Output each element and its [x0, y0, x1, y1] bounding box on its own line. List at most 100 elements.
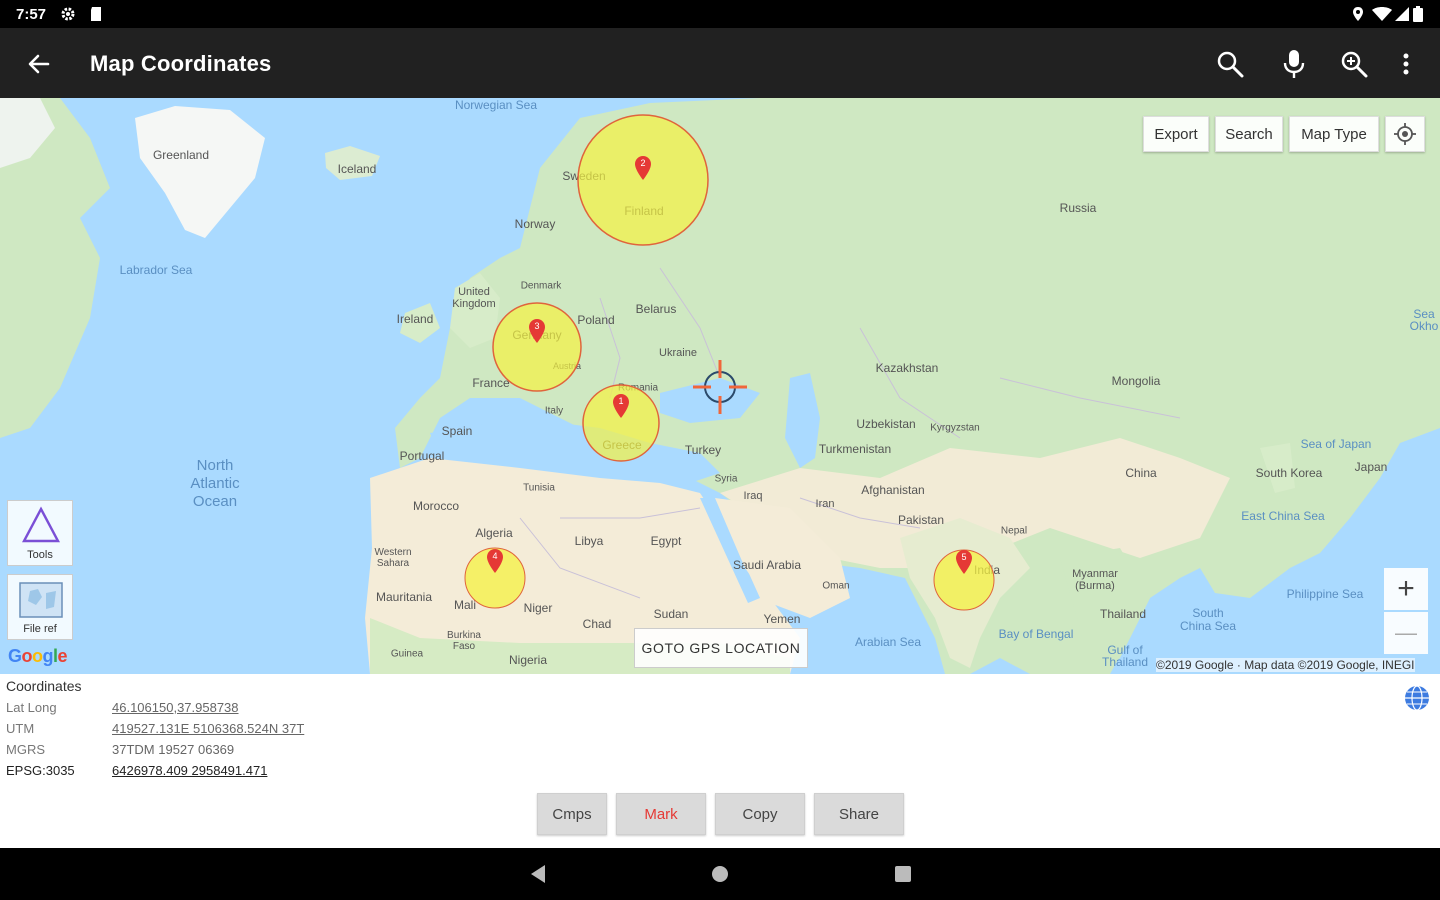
map-label-labrador-sea: Labrador Sea: [119, 263, 193, 277]
map-label-sea-of-japan: Sea of Japan: [1300, 437, 1372, 451]
map-label-bay-of-bengal: Bay of Bengal: [998, 627, 1074, 641]
settings-status-icon: [60, 6, 76, 22]
location-status-icon: [1350, 6, 1366, 22]
map-label-nepal: Nepal: [1000, 525, 1028, 537]
map-label-austria: Austria: [552, 361, 582, 371]
tools-label: Tools: [27, 549, 53, 561]
utm-value[interactable]: 419527.131E 5106368.524N 37T: [112, 721, 304, 736]
map-label-uzbekistan: Uzbekistan: [856, 417, 916, 431]
map-label-greenland: Greenland: [152, 148, 210, 162]
battery-icon: [1412, 6, 1424, 22]
map-label-uk: United Kingdom: [452, 286, 496, 310]
map-label-turkmenistan: Turkmenistan: [818, 442, 892, 456]
map-label-italy: Italy: [544, 405, 564, 417]
map-label-iraq: Iraq: [743, 490, 763, 502]
mark-button[interactable]: Mark: [616, 793, 706, 835]
search-button[interactable]: Search: [1215, 116, 1283, 152]
map-pin-icon[interactable]: 2: [634, 155, 652, 181]
file-ref-label: File ref: [23, 623, 57, 635]
map-label-pakistan: Pakistan: [897, 513, 945, 527]
search-icon[interactable]: [1214, 48, 1246, 80]
map-label-sudan: Sudan: [653, 607, 689, 621]
pin-number: 1: [618, 396, 624, 406]
back-arrow-icon[interactable]: [24, 49, 54, 79]
map-label-iceland: Iceland: [337, 162, 377, 176]
map-label-france: France: [472, 376, 510, 390]
status-time: 7:57: [16, 6, 47, 23]
map-pin-icon[interactable]: 1: [612, 393, 630, 419]
cmps-button[interactable]: Cmps: [537, 793, 607, 835]
zoom-out-button[interactable]: —: [1384, 612, 1428, 654]
sd-card-icon: [88, 6, 104, 22]
my-location-icon[interactable]: [1385, 116, 1425, 152]
map-label-thailand: Thailand: [1099, 607, 1147, 621]
coordinates-panel: Coordinates Lat Long 46.106150,37.958738…: [0, 674, 1440, 848]
mgrs-value[interactable]: 37TDM 19527 06369: [112, 742, 234, 757]
map-pin-icon[interactable]: 3: [528, 318, 546, 344]
map-label-south-korea: South Korea: [1255, 466, 1323, 480]
map-label-philippine-sea: Philippine Sea: [1286, 587, 1364, 601]
pin-number: 4: [492, 551, 498, 561]
map-pin-icon[interactable]: 5: [955, 549, 973, 575]
map-label-gulf-of-thailand: Gulf of Thailand: [1101, 643, 1149, 669]
google-logo: Google: [8, 646, 68, 667]
map-label-egypt: Egypt: [650, 534, 682, 548]
map-label-russia: Russia: [1059, 201, 1097, 215]
map-label-india: India: [973, 563, 1001, 577]
map-label-niger: Niger: [523, 601, 553, 615]
goto-gps-location-button[interactable]: GOTO GPS LOCATION: [634, 628, 808, 668]
map-label-guinea: Guinea: [390, 648, 424, 660]
map-label-poland: Poland: [577, 313, 615, 327]
nav-home-icon[interactable]: [708, 862, 732, 886]
copy-button[interactable]: Copy: [715, 793, 805, 835]
nav-back-icon[interactable]: [526, 862, 550, 886]
map-type-button[interactable]: Map Type: [1289, 116, 1379, 152]
map-label-sea-okhotsk: Sea Okho: [1409, 307, 1439, 333]
page-title: Map Coordinates: [90, 51, 272, 76]
map-label-japan: Japan: [1354, 460, 1388, 474]
map-label-belarus: Belarus: [635, 302, 677, 316]
share-button[interactable]: Share: [814, 793, 904, 835]
zoom-search-icon[interactable]: [1338, 48, 1370, 80]
zoom-in-button[interactable]: +: [1384, 568, 1428, 610]
map-pin-icon[interactable]: 4: [486, 548, 504, 574]
crosshair-icon: [691, 358, 749, 416]
map-label-chad: Chad: [582, 617, 612, 631]
map-label-norwegian-sea: Norwegian Sea: [454, 98, 538, 112]
map-label-finland: Finland: [624, 204, 664, 218]
lat-long-label: Lat Long: [6, 700, 57, 715]
pin-number: 3: [534, 321, 540, 331]
map-label-mali: Mali: [453, 598, 477, 612]
map-label-iran: Iran: [815, 498, 835, 510]
map-label-myanmar: Myanmar (Burma): [1072, 568, 1118, 592]
signal-icon: [1394, 6, 1410, 22]
map-file-icon: [19, 582, 63, 618]
map-label-afghanistan: Afghanistan: [861, 483, 925, 497]
map-label-turkey: Turkey: [684, 443, 722, 457]
map-label-kyrgyzstan: Kyrgyzstan: [930, 422, 980, 434]
map-label-mongolia: Mongolia: [1111, 374, 1161, 388]
lat-long-value[interactable]: 46.106150,37.958738: [112, 700, 239, 715]
map-view[interactable]: Greenland Iceland Norwegian Sea Sweden F…: [0, 98, 1440, 674]
map-label-oman: Oman: [822, 580, 850, 592]
map-label-portugal: Portugal: [399, 449, 445, 463]
nav-recents-icon[interactable]: [891, 862, 915, 886]
map-label-romania: Romania: [617, 382, 659, 394]
coordinates-heading: Coordinates: [6, 678, 82, 694]
globe-icon[interactable]: [1403, 684, 1431, 712]
map-label-denmark: Denmark: [520, 280, 562, 292]
microphone-icon[interactable]: [1278, 48, 1310, 80]
epsg-value[interactable]: 6426978.409 2958491.471: [112, 763, 267, 778]
map-label-syria: Syria: [714, 473, 738, 485]
export-button[interactable]: Export: [1143, 116, 1209, 152]
map-label-yemen: Yemen: [763, 612, 801, 626]
epsg-label: EPSG:3035: [6, 763, 75, 778]
file-ref-button[interactable]: File ref: [7, 574, 73, 640]
map-label-burkina-faso: Burkina Faso: [447, 630, 481, 652]
google-logo-text: Google: [8, 646, 68, 666]
triangle-ruler-icon: [22, 506, 60, 543]
tools-button[interactable]: Tools: [7, 500, 73, 566]
map-label-western-sahara: Western Sahara: [374, 547, 412, 569]
wifi-icon: [1372, 6, 1392, 22]
overflow-menu-icon[interactable]: [1390, 48, 1422, 80]
